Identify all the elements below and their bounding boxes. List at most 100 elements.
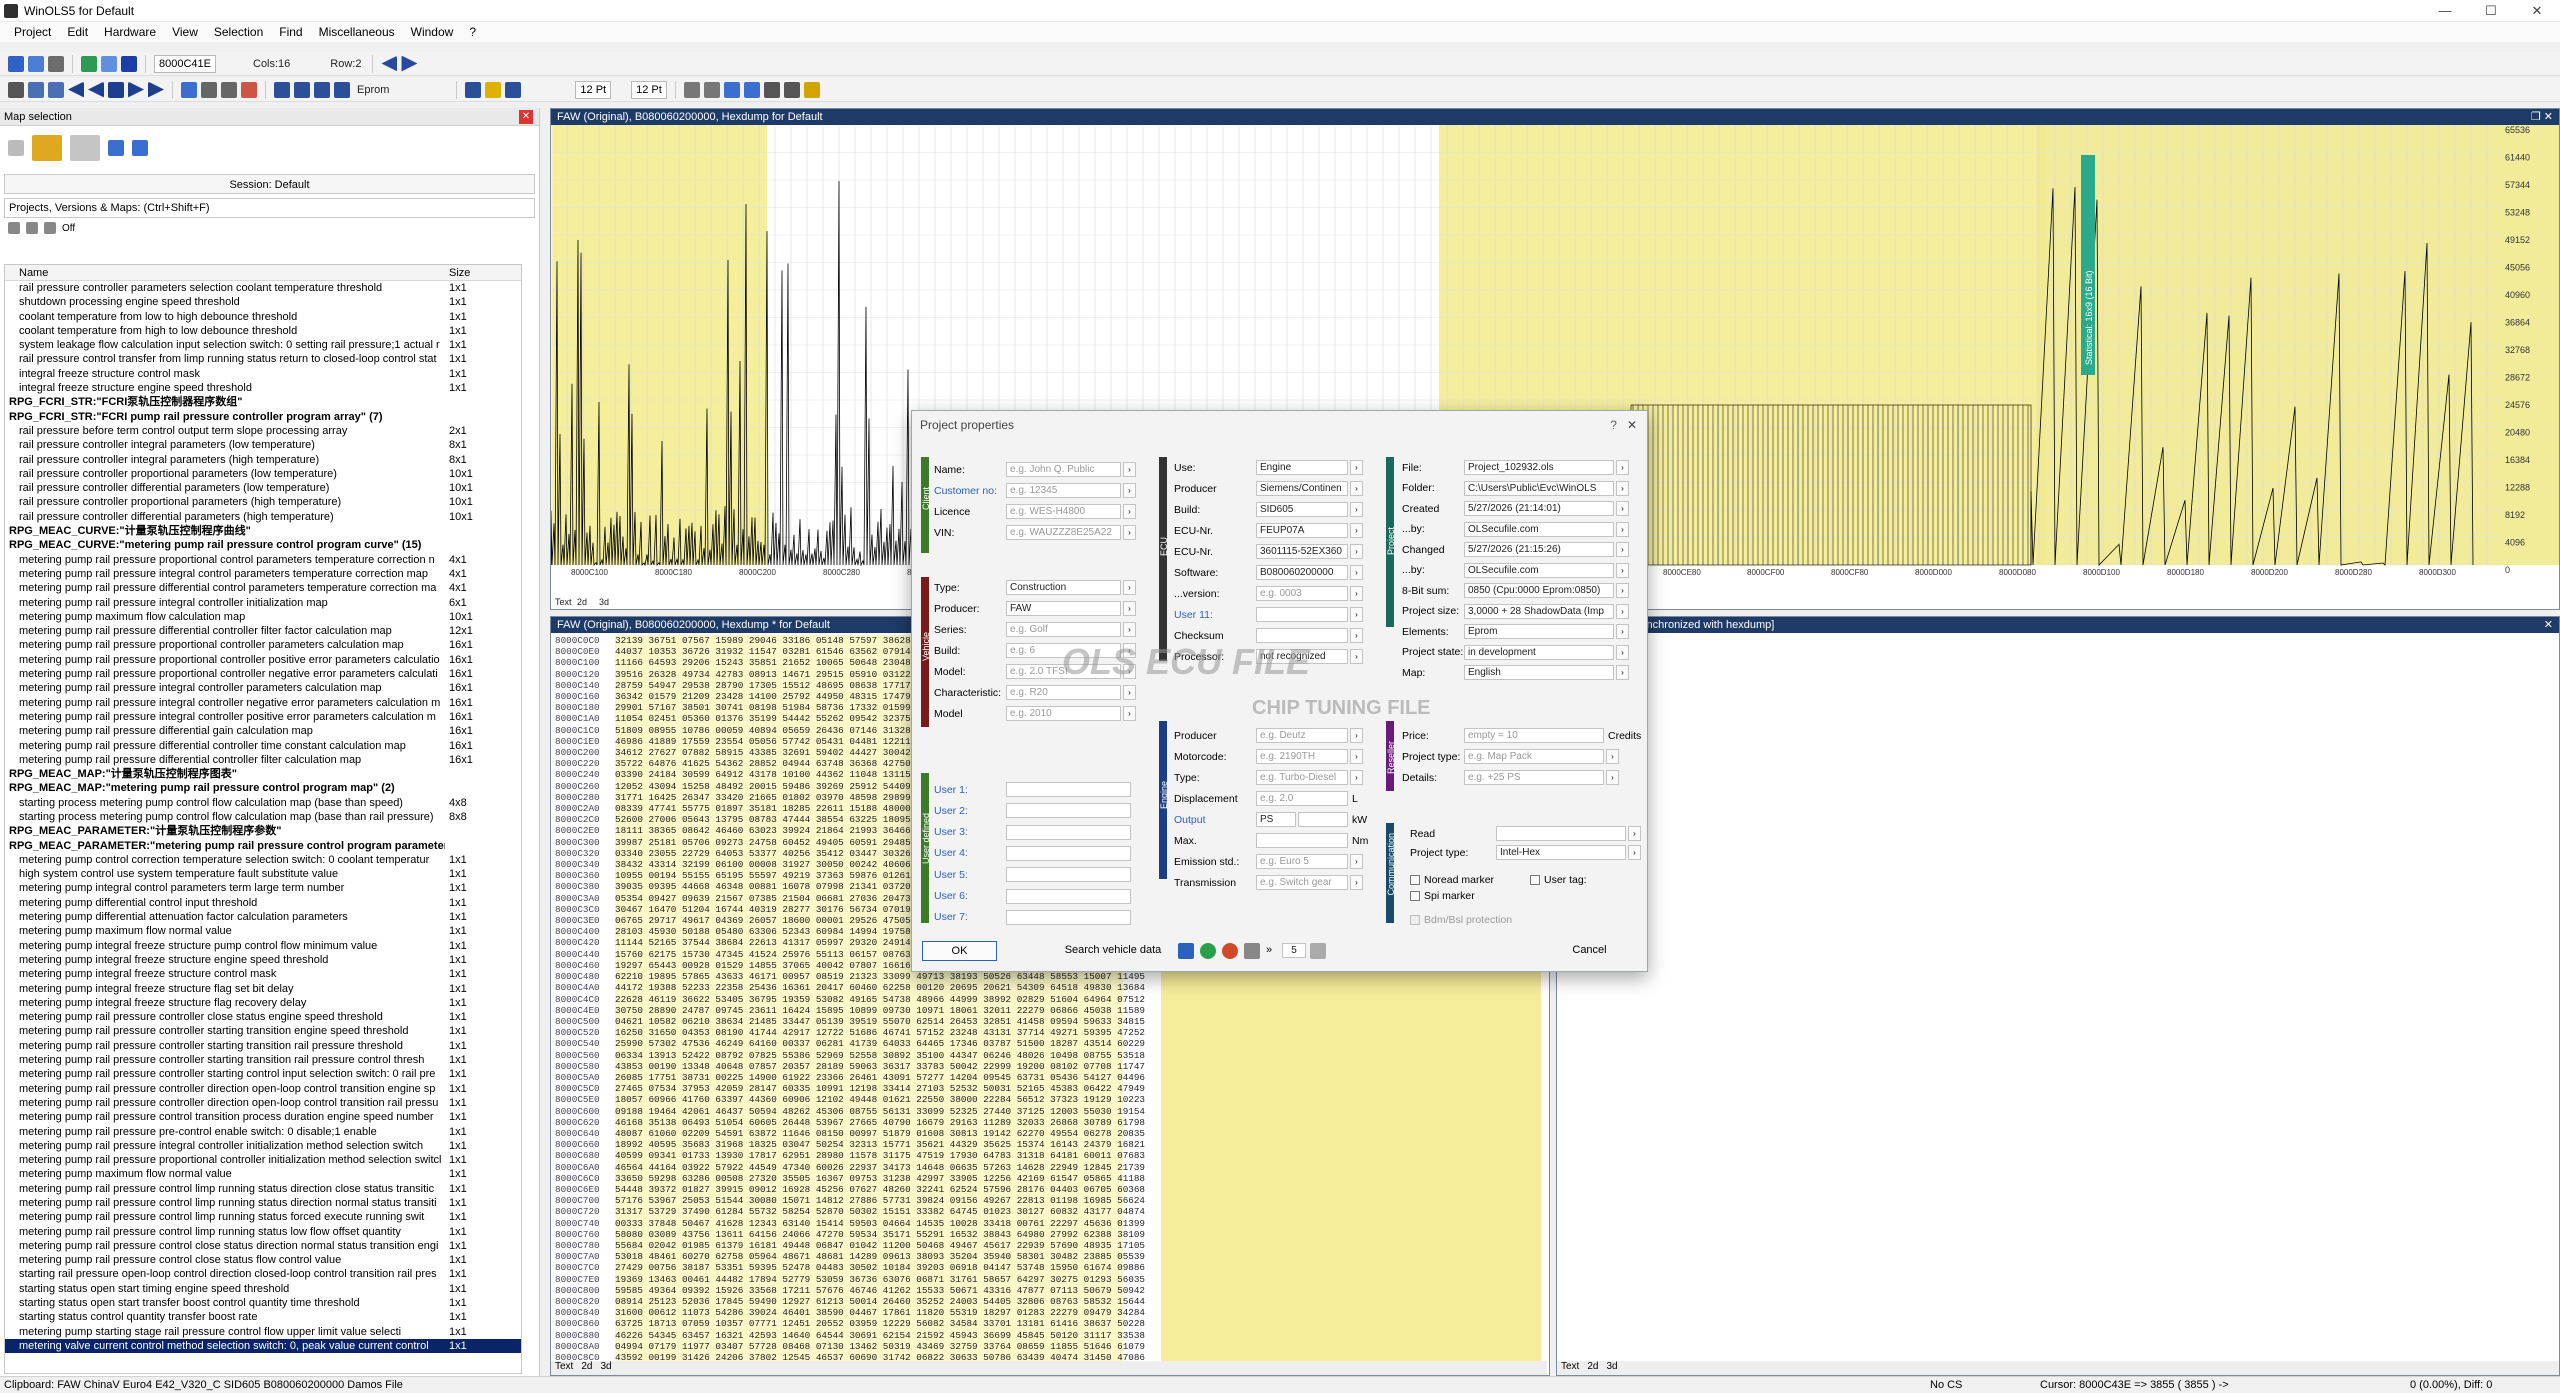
- map-list-item[interactable]: metering pump rail pressure proportional…: [5, 653, 521, 667]
- map-list-item[interactable]: RPG_MEAC_MAP:"metering pump rail pressur…: [5, 781, 521, 795]
- table-icon[interactable]: [201, 81, 217, 98]
- map-list-item[interactable]: rail pressure control transfer from limp…: [5, 352, 521, 366]
- dropdown-arrow-icon[interactable]: ›: [1616, 624, 1629, 639]
- dropdown-arrow-icon[interactable]: ›: [1350, 544, 1363, 559]
- hex-row[interactable]: 18057 60966 41760 63397 44360 60906 1210…: [615, 1094, 1145, 1105]
- vehicle-field[interactable]: FAW: [1006, 601, 1121, 616]
- hex-row[interactable]: 46226 54345 63457 16321 42593 14640 6454…: [615, 1330, 1145, 1341]
- map-list-item[interactable]: rail pressure before term control output…: [5, 424, 521, 438]
- col16-icon[interactable]: [703, 81, 720, 98]
- sort-icon[interactable]: [26, 222, 38, 234]
- hex-row[interactable]: 19369 13463 00461 44482 17894 52779 5305…: [615, 1274, 1145, 1285]
- project-field[interactable]: 3,0000 + 28 ShadowData (Imp: [1464, 603, 1614, 619]
- grid-icon[interactable]: [181, 81, 197, 98]
- hex-row[interactable]: 43592 00199 31426 24206 37802 12545 4653…: [615, 1352, 1145, 1361]
- map-list-item[interactable]: rail pressure controller integral parame…: [5, 453, 521, 467]
- map-list-item[interactable]: starting process metering pump control f…: [5, 796, 521, 810]
- save-icon[interactable]: [48, 55, 64, 72]
- tab-3d[interactable]: 3d: [600, 1361, 611, 1375]
- map-list-item[interactable]: RPG_FCRI_STR:"FCRI泵轨压控制器程序数组": [5, 395, 521, 409]
- map-list-item[interactable]: rail pressure controller differential pa…: [5, 510, 521, 524]
- map-list-item[interactable]: metering pump rail pressure controller d…: [5, 1096, 521, 1110]
- col-name[interactable]: Name: [5, 265, 445, 280]
- signed-icon[interactable]: [783, 81, 800, 98]
- hex-row[interactable]: 33650 59298 63286 00508 27320 35505 1636…: [615, 1173, 1145, 1184]
- tab-text[interactable]: Text: [555, 1361, 573, 1375]
- close-button[interactable]: ✕: [2514, 3, 2560, 19]
- menu-miscellaneous[interactable]: Miscellaneous: [311, 25, 403, 39]
- forward-icon[interactable]: [128, 81, 144, 98]
- dropdown-arrow-icon[interactable]: ›: [1616, 562, 1629, 578]
- read-field[interactable]: [1496, 826, 1626, 841]
- user-field[interactable]: [1006, 888, 1131, 904]
- map-list-item[interactable]: coolant temperature from high to low deb…: [5, 324, 521, 338]
- project-field[interactable]: OLSecufile.com: [1464, 521, 1614, 537]
- col-size[interactable]: Size: [445, 265, 485, 280]
- project-field[interactable]: English: [1464, 665, 1614, 680]
- map-list-icon[interactable]: [314, 81, 330, 98]
- prev-icon[interactable]: [381, 55, 398, 72]
- globe-icon[interactable]: [1200, 943, 1216, 959]
- map-list-item[interactable]: metering pump rail pressure control clos…: [5, 1239, 521, 1253]
- ecu-field[interactable]: [1256, 607, 1348, 622]
- dropdown-arrow-icon[interactable]: ›: [1123, 580, 1136, 595]
- menu-project[interactable]: Project: [6, 25, 59, 39]
- font-size-field-1[interactable]: 12 Pt: [575, 80, 612, 99]
- hex-row[interactable]: 30750 28890 24787 09745 23611 16424 1589…: [615, 1005, 1145, 1016]
- cols-field[interactable]: Cols:16: [250, 58, 293, 70]
- dropdown-arrow-icon[interactable]: ›: [1606, 770, 1619, 785]
- map-list-item[interactable]: metering pump control correction tempera…: [5, 853, 521, 867]
- map-list-item[interactable]: metering pump rail pressure controller d…: [5, 1082, 521, 1096]
- usertag-checkbox[interactable]: [1530, 874, 1540, 885]
- map-list-item[interactable]: metering pump rail pressure proportional…: [5, 553, 521, 567]
- tab-text[interactable]: Text: [1561, 1361, 1579, 1375]
- ecu-field[interactable]: FEUP07A: [1256, 523, 1348, 538]
- dropdown-arrow-icon[interactable]: ›: [1350, 628, 1363, 643]
- project-field[interactable]: Project_102932.ols: [1464, 460, 1614, 475]
- user-field[interactable]: [1006, 845, 1131, 861]
- stop-icon[interactable]: [108, 81, 124, 98]
- hex-row[interactable]: 31317 53729 37490 61284 55732 58254 5287…: [615, 1206, 1145, 1217]
- hex-row[interactable]: 06334 13913 52422 08792 07825 55386 5296…: [615, 1050, 1145, 1061]
- filter-icon[interactable]: [8, 222, 20, 234]
- folder-gray-icon[interactable]: [70, 135, 100, 161]
- project-field[interactable]: C:\Users\Public\Evc\WinOLS: [1464, 480, 1614, 496]
- engine-field[interactable]: e.g. 2190TH: [1256, 749, 1348, 764]
- projects-versions-maps-dropdown[interactable]: Projects, Versions & Maps: (Ctrl+Shift+F…: [4, 198, 535, 218]
- map-list-item[interactable]: metering pump rail pressure control limp…: [5, 1210, 521, 1224]
- map-list-item[interactable]: metering pump rail pressure control clos…: [5, 1253, 521, 1267]
- hex-row[interactable]: 54448 39372 01827 39915 09012 16928 4525…: [615, 1184, 1145, 1195]
- map-list-item[interactable]: metering pump rail pressure differential…: [5, 753, 521, 767]
- compare-icon[interactable]: [81, 55, 97, 72]
- next-icon[interactable]: [401, 55, 418, 72]
- ok-button[interactable]: OK: [922, 941, 997, 961]
- row-field[interactable]: Row:2: [327, 58, 364, 70]
- dialog-close-button[interactable]: ✕: [1627, 418, 1637, 432]
- map-list-item[interactable]: starting rail pressure open-loop control…: [5, 1267, 521, 1281]
- hex-row[interactable]: 48087 61060 02209 54591 63872 11646 0815…: [615, 1128, 1145, 1139]
- project-field[interactable]: Eprom: [1464, 624, 1614, 639]
- map-list-item[interactable]: metering pump rail pressure proportional…: [5, 667, 521, 681]
- ecu-field[interactable]: Siemens/Continen: [1256, 481, 1348, 496]
- map-list-item[interactable]: coolant temperature from low to high deb…: [5, 310, 521, 324]
- dropdown-arrow-icon[interactable]: ›: [1616, 480, 1629, 496]
- message-icon[interactable]: [1244, 943, 1260, 959]
- map-list-item[interactable]: metering pump rail pressure differential…: [5, 624, 521, 638]
- graph-window-controls[interactable]: ❐ ✕: [2531, 109, 2553, 125]
- eprom-label[interactable]: Eprom: [354, 84, 392, 96]
- menu-hardware[interactable]: Hardware: [96, 25, 164, 39]
- engine-field[interactable]: [1298, 812, 1348, 827]
- client-field[interactable]: e.g. WES-H4800: [1006, 504, 1121, 519]
- dropdown-arrow-icon[interactable]: ›: [1616, 521, 1629, 537]
- map-list-item[interactable]: integral freeze structure control mask 1x…: [5, 367, 521, 381]
- map-list-item[interactable]: metering pump rail pressure control limp…: [5, 1196, 521, 1210]
- map-list-item[interactable]: rail pressure controller integral parame…: [5, 438, 521, 452]
- hex-row[interactable]: 43853 00190 13348 40648 07857 20357 2818…: [615, 1061, 1145, 1072]
- map-list-item[interactable]: metering valve current control method se…: [5, 1338, 521, 1354]
- back-icon[interactable]: [88, 81, 104, 98]
- hex-row[interactable]: 40599 09341 01733 13930 17817 62951 2898…: [615, 1150, 1145, 1161]
- close-panel-icon[interactable]: ✕: [519, 109, 533, 124]
- hex-row[interactable]: 25990 57302 47536 46249 64160 00337 0628…: [615, 1038, 1145, 1049]
- map-list-item[interactable]: starting status open start transfer boos…: [5, 1296, 521, 1310]
- map-list-item[interactable]: RPG_MEAC_PARAMETER:"计量泵轨压控制程序参数": [5, 824, 521, 838]
